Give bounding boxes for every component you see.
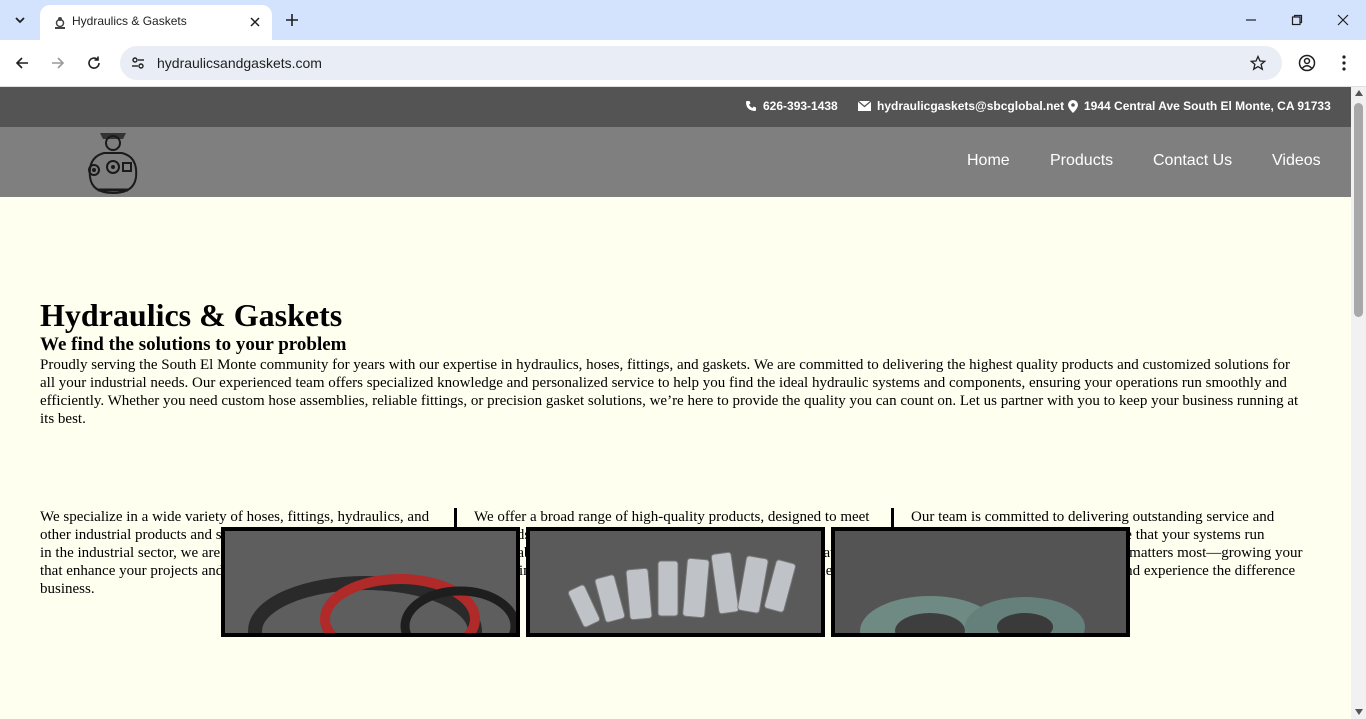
fittings-image <box>530 531 821 633</box>
contact-bar: 626-393-1438 hydraulicgaskets@sbcglobal.… <box>0 87 1351 127</box>
tab-list-button[interactable] <box>8 8 32 32</box>
close-window-icon <box>1337 14 1349 26</box>
star-icon <box>1250 55 1266 71</box>
profile-icon <box>1298 54 1316 72</box>
tab-title: Hydraulics & Gaskets <box>72 14 187 28</box>
site-info-button[interactable] <box>128 53 148 73</box>
profile-button[interactable] <box>1295 51 1319 75</box>
site-info-icon <box>132 57 144 69</box>
scrollbar-thumb[interactable] <box>1354 103 1363 317</box>
nav-videos[interactable]: Videos <box>1272 152 1321 170</box>
nav-home[interactable]: Home <box>967 152 1010 170</box>
close-window-button[interactable] <box>1328 8 1358 32</box>
close-icon <box>250 17 260 27</box>
forward-icon <box>52 57 65 69</box>
tab-close-button[interactable] <box>246 13 264 31</box>
menu-icon <box>1342 55 1346 71</box>
address-text: 1944 Central Ave South El Monte, CA 9173… <box>1084 99 1331 113</box>
envelope-icon <box>858 101 871 111</box>
phone-contact[interactable]: 626-393-1438 <box>745 99 838 113</box>
gallery-image-hose-seals[interactable] <box>221 527 520 637</box>
chevron-down-icon <box>15 17 25 24</box>
back-button[interactable] <box>10 51 34 75</box>
address-contact[interactable]: 1944 Central Ave South El Monte, CA 9173… <box>1068 99 1331 113</box>
browser-toolbar: hydraulicsandgaskets.com <box>0 40 1366 87</box>
restore-button[interactable] <box>1282 8 1312 32</box>
gallery-image-gaskets[interactable] <box>831 527 1130 637</box>
email-contact[interactable]: hydraulicgaskets@sbcglobal.net <box>858 99 1064 113</box>
nav-products[interactable]: Products <box>1050 152 1113 170</box>
scroll-up-arrow-icon[interactable] <box>1355 90 1363 96</box>
phone-text: 626-393-1438 <box>763 99 838 113</box>
site-logo[interactable] <box>78 127 148 197</box>
minimize-button[interactable] <box>1236 8 1266 32</box>
page-title: Hydraulics & Gaskets <box>40 297 343 333</box>
hose-seals-image <box>225 531 516 633</box>
url-text[interactable]: hydraulicsandgaskets.com <box>157 55 322 71</box>
page-viewport: 626-393-1438 hydraulicgaskets@sbcglobal.… <box>0 87 1351 719</box>
page-scrollbar[interactable] <box>1351 87 1366 719</box>
browser-menu-button[interactable] <box>1332 51 1356 75</box>
site-navbar: Home Products Contact Us Videos <box>0 127 1351 197</box>
intro-paragraph: Proudly serving the South El Monte commu… <box>40 357 1299 427</box>
bookmark-button[interactable] <box>1248 53 1268 73</box>
back-icon <box>15 57 28 69</box>
forward-button[interactable] <box>46 51 70 75</box>
address-bar[interactable]: hydraulicsandgaskets.com <box>120 46 1282 80</box>
minimize-icon <box>1246 19 1256 21</box>
new-tab-button[interactable] <box>282 10 302 30</box>
site-favicon-icon <box>55 17 65 29</box>
reload-icon <box>88 56 100 69</box>
map-pin-icon <box>1068 99 1078 113</box>
restore-icon <box>1291 14 1303 26</box>
page-subtitle: We find the solutions to your problem <box>40 334 347 355</box>
phone-icon <box>746 101 756 111</box>
plus-icon <box>286 14 298 26</box>
nav-contact-us[interactable]: Contact Us <box>1153 152 1232 170</box>
browser-tabbar: Hydraulics & Gaskets <box>0 0 1366 40</box>
browser-tab[interactable]: Hydraulics & Gaskets <box>40 5 272 40</box>
scroll-down-arrow-icon[interactable] <box>1355 709 1363 715</box>
gaskets-image <box>835 531 1126 633</box>
email-text: hydraulicgaskets@sbcglobal.net <box>877 99 1065 113</box>
gallery-image-fittings[interactable] <box>526 527 825 637</box>
reload-button[interactable] <box>82 51 106 75</box>
